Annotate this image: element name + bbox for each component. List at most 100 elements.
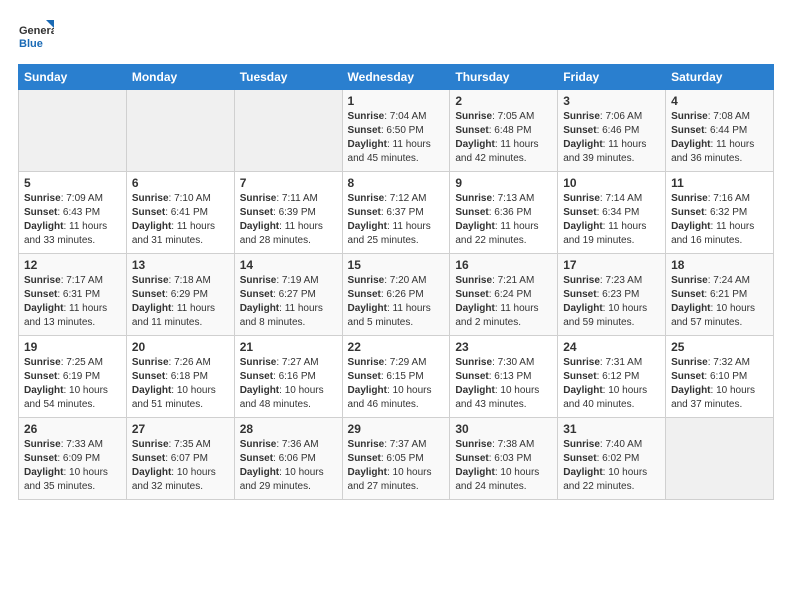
calendar-cell: 1Sunrise: 7:04 AMSunset: 6:50 PMDaylight… <box>342 90 450 172</box>
day-number: 4 <box>671 94 768 108</box>
day-info-line: Daylight: 10 hours and 48 minutes. <box>240 384 337 412</box>
day-info: Sunrise: 7:24 AMSunset: 6:21 PMDaylight:… <box>671 274 768 330</box>
day-info: Sunrise: 7:17 AMSunset: 6:31 PMDaylight:… <box>24 274 121 330</box>
day-info-line: Daylight: 10 hours and 29 minutes. <box>240 466 337 494</box>
day-info-line: Sunset: 6:29 PM <box>132 288 229 302</box>
day-number: 23 <box>455 340 552 354</box>
calendar-cell: 25Sunrise: 7:32 AMSunset: 6:10 PMDayligh… <box>666 336 774 418</box>
day-info-line: Sunset: 6:48 PM <box>455 124 552 138</box>
day-info: Sunrise: 7:27 AMSunset: 6:16 PMDaylight:… <box>240 356 337 412</box>
calendar-cell: 20 Sunrise: 7:26 AMSunset: 6:18 PMDayligh… <box>126 336 234 418</box>
day-info-line: Sunset: 6:21 PM <box>671 288 768 302</box>
day-info: Sunrise: 7:25 AMSunset: 6:19 PMDaylight:… <box>24 356 121 412</box>
calendar-cell: 29Sunrise: 7:37 AMSunset: 6:05 PMDayligh… <box>342 418 450 500</box>
day-info-line: Sunrise: 7:31 AM <box>563 356 660 370</box>
day-info-line: Daylight: 10 hours and 43 minutes. <box>455 384 552 412</box>
day-number: 5 <box>24 176 121 190</box>
day-info: Sunrise: 7:20 AMSunset: 6:26 PMDaylight:… <box>348 274 445 330</box>
day-info-line: Sunset: 6:39 PM <box>240 206 337 220</box>
calendar-cell: 10Sunrise: 7:14 AMSunset: 6:34 PMDayligh… <box>558 172 666 254</box>
calendar-cell: 7Sunrise: 7:11 AMSunset: 6:39 PMDaylight… <box>234 172 342 254</box>
day-info-line: Sunrise: 7:04 AM <box>348 110 445 124</box>
day-info-line: Daylight: 10 hours and 24 minutes. <box>455 466 552 494</box>
calendar-cell: 22 Sunrise: 7:29 AMSunset: 6:15 PMDayligh… <box>342 336 450 418</box>
calendar-cell: 4Sunrise: 7:08 AMSunset: 6:44 PMDaylight… <box>666 90 774 172</box>
calendar-week-4: 19 Sunrise: 7:25 AMSunset: 6:19 PMDayligh… <box>19 336 774 418</box>
day-info-line: Daylight: 11 hours and 11 minutes. <box>132 302 229 330</box>
day-info-line: Daylight: 10 hours and 57 minutes. <box>671 302 768 330</box>
day-info-line: Sunset: 6:27 PM <box>240 288 337 302</box>
day-number: 12 <box>24 258 121 272</box>
day-info-line: Sunrise: 7:40 AM <box>563 438 660 452</box>
day-info-line: Sunrise: 7:23 AM <box>563 274 660 288</box>
day-info: Sunrise: 7:37 AMSunset: 6:05 PMDaylight:… <box>348 438 445 494</box>
day-info-line: Sunrise: 7:24 AM <box>671 274 768 288</box>
day-number: 15 <box>348 258 445 272</box>
day-number: 2 <box>455 94 552 108</box>
day-info: Sunrise: 7:29 AMSunset: 6:15 PMDaylight:… <box>348 356 445 412</box>
day-info-line: Sunset: 6:32 PM <box>671 206 768 220</box>
calendar-cell: 24Sunrise: 7:31 AMSunset: 6:12 PMDayligh… <box>558 336 666 418</box>
day-info-line: Sunset: 6:15 PM <box>348 370 445 384</box>
day-info-line: Sunset: 6:41 PM <box>132 206 229 220</box>
calendar-cell: 28Sunrise: 7:36 AMSunset: 6:06 PMDayligh… <box>234 418 342 500</box>
day-info-line: Sunset: 6:36 PM <box>455 206 552 220</box>
day-info: Sunrise: 7:05 AMSunset: 6:48 PMDaylight:… <box>455 110 552 166</box>
day-info-line: Sunrise: 7:18 AM <box>132 274 229 288</box>
calendar-cell: 6Sunrise: 7:10 AMSunset: 6:41 PMDaylight… <box>126 172 234 254</box>
day-info: Sunrise: 7:30 AMSunset: 6:13 PMDaylight:… <box>455 356 552 412</box>
day-info-line: Sunset: 6:37 PM <box>348 206 445 220</box>
day-info-line: Sunrise: 7:21 AM <box>455 274 552 288</box>
day-info-line: Sunrise: 7:08 AM <box>671 110 768 124</box>
day-info-line: Sunrise: 7:36 AM <box>240 438 337 452</box>
day-info-line: Sunrise: 7:20 AM <box>348 274 445 288</box>
calendar-cell: 5Sunrise: 7:09 AMSunset: 6:43 PMDaylight… <box>19 172 127 254</box>
day-info-line: Sunrise: 7:25 AM <box>24 356 121 370</box>
calendar-cell: 8Sunrise: 7:12 AMSunset: 6:37 PMDaylight… <box>342 172 450 254</box>
calendar-cell <box>19 90 127 172</box>
calendar-cell: 11Sunrise: 7:16 AMSunset: 6:32 PMDayligh… <box>666 172 774 254</box>
day-info-line: Daylight: 10 hours and 22 minutes. <box>563 466 660 494</box>
day-number: 3 <box>563 94 660 108</box>
day-number: 20 <box>132 340 229 354</box>
day-info-line: Sunrise: 7:29 AM <box>348 356 445 370</box>
day-info-line: Sunrise: 7:37 AM <box>348 438 445 452</box>
day-info: Sunrise: 7:10 AMSunset: 6:41 PMDaylight:… <box>132 192 229 248</box>
day-info: Sunrise: 7:31 AMSunset: 6:12 PMDaylight:… <box>563 356 660 412</box>
day-info-line: Sunset: 6:03 PM <box>455 452 552 466</box>
col-header-saturday: Saturday <box>666 65 774 90</box>
col-header-friday: Friday <box>558 65 666 90</box>
day-info-line: Daylight: 11 hours and 39 minutes. <box>563 138 660 166</box>
day-info-line: Sunrise: 7:06 AM <box>563 110 660 124</box>
day-number: 10 <box>563 176 660 190</box>
day-info-line: Sunrise: 7:38 AM <box>455 438 552 452</box>
day-number: 17 <box>563 258 660 272</box>
calendar-week-3: 12 Sunrise: 7:17 AMSunset: 6:31 PMDayligh… <box>19 254 774 336</box>
day-info: Sunrise: 7:32 AMSunset: 6:10 PMDaylight:… <box>671 356 768 412</box>
day-number: 19 <box>24 340 121 354</box>
day-number: 22 <box>348 340 445 354</box>
calendar-page: General Blue SundayMondayTuesdayWednesda… <box>0 0 792 612</box>
calendar-cell: 18 Sunrise: 7:24 AMSunset: 6:21 PMDayligh… <box>666 254 774 336</box>
day-number: 14 <box>240 258 337 272</box>
day-info: Sunrise: 7:40 AMSunset: 6:02 PMDaylight:… <box>563 438 660 494</box>
day-info: Sunrise: 7:23 AMSunset: 6:23 PMDaylight:… <box>563 274 660 330</box>
day-info: Sunrise: 7:06 AMSunset: 6:46 PMDaylight:… <box>563 110 660 166</box>
calendar-cell: 13Sunrise: 7:18 AMSunset: 6:29 PMDayligh… <box>126 254 234 336</box>
day-number: 16 <box>455 258 552 272</box>
calendar-cell <box>126 90 234 172</box>
calendar-table: SundayMondayTuesdayWednesdayThursdayFrid… <box>18 64 774 500</box>
day-info: Sunrise: 7:18 AMSunset: 6:29 PMDaylight:… <box>132 274 229 330</box>
day-info-line: Sunset: 6:43 PM <box>24 206 121 220</box>
day-info-line: Daylight: 11 hours and 22 minutes. <box>455 220 552 248</box>
day-number: 8 <box>348 176 445 190</box>
day-info-line: Sunset: 6:18 PM <box>132 370 229 384</box>
day-info-line: Sunset: 6:09 PM <box>24 452 121 466</box>
day-info: Sunrise: 7:26 AMSunset: 6:18 PMDaylight:… <box>132 356 229 412</box>
day-number: 27 <box>132 422 229 436</box>
day-number: 18 <box>671 258 768 272</box>
day-info-line: Daylight: 10 hours and 59 minutes. <box>563 302 660 330</box>
day-info: Sunrise: 7:13 AMSunset: 6:36 PMDaylight:… <box>455 192 552 248</box>
day-info: Sunrise: 7:33 AMSunset: 6:09 PMDaylight:… <box>24 438 121 494</box>
svg-text:General: General <box>19 25 54 37</box>
